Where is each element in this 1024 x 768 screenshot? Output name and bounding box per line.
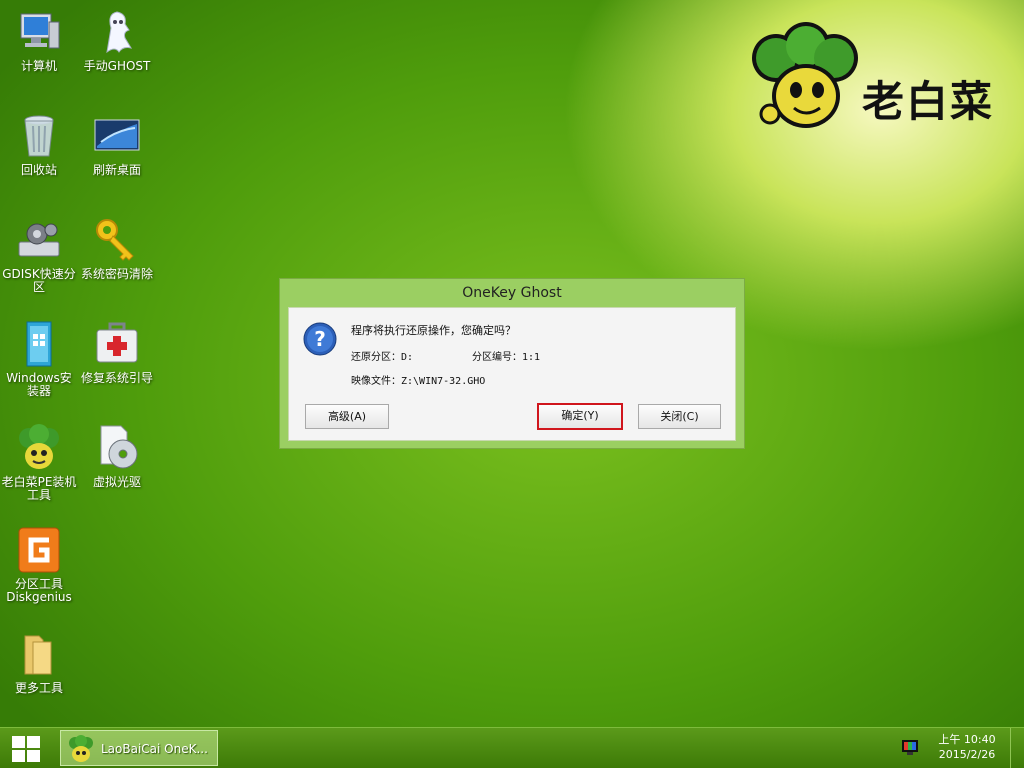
taskbar: LaoBaiCai OneK... 上午 10:40 2015/2/26	[0, 727, 1024, 768]
display-tray-icon[interactable]	[902, 740, 918, 755]
key-icon	[96, 219, 134, 261]
cabbage-mascot-icon	[19, 424, 59, 469]
refresh-desktop-icon	[94, 119, 140, 151]
desktop-icon-manual-ghost[interactable]: 手动GHOST	[78, 8, 156, 73]
onekey-ghost-dialog: OneKey Ghost ? 程序将执行还原操作，您确定吗？ 还原分区：D: 分…	[279, 278, 745, 449]
dialog-question: 程序将执行还原操作，您确定吗？	[351, 324, 516, 337]
svg-text:?: ?	[314, 327, 326, 351]
desktop-icon-repair-boot[interactable]: 修复系统引导	[78, 320, 156, 385]
desktop-icon-refresh-desktop[interactable]: 刷新桌面	[78, 112, 156, 177]
desktop-icon-gdisk[interactable]: GDISK快速分 区	[0, 216, 78, 294]
windows-installer-icon	[26, 321, 52, 367]
windows-start-icon[interactable]	[12, 736, 40, 762]
clock-time: 上午 10:40	[938, 733, 996, 746]
clock[interactable]: 上午 10:40 2015/2/26	[932, 732, 1002, 762]
advanced-button[interactable]: 高级(A)	[305, 404, 389, 429]
logo-text: 老白菜	[862, 77, 995, 126]
desktop-icon-virtual-drive[interactable]: 虚拟光驱	[78, 424, 156, 489]
dialog-body: ? 程序将执行还原操作，您确定吗？ 还原分区：D: 分区编号：1:1 映像文件：…	[288, 307, 736, 441]
desktop-icon-pe-installer[interactable]: 老白菜PE装机 工具	[0, 424, 78, 502]
image-file: 映像文件：Z:\WIN7-32.GHO	[351, 376, 486, 387]
desktop-icon-recycle-bin[interactable]: 回收站	[0, 112, 78, 177]
first-aid-kit-icon	[96, 322, 138, 363]
question-icon: ?	[303, 322, 337, 356]
ghost-icon	[106, 11, 133, 54]
taskbar-app-onekey[interactable]: LaoBaiCai OneK...	[60, 730, 218, 766]
partition-number: 分区编号：1:1	[472, 352, 541, 363]
clock-date: 2015/2/26	[938, 748, 996, 761]
cabbage-mascot-icon	[69, 735, 93, 762]
restore-partition: 还原分区：D:	[351, 352, 414, 363]
desktop-icon-computer[interactable]: 计算机	[0, 8, 78, 73]
desktop-icon-windows-installer[interactable]: Windows安 装器	[0, 320, 78, 398]
desktop-icon-password-clear[interactable]: 系统密码清除	[78, 216, 156, 281]
recycle-bin-icon	[24, 115, 54, 157]
close-button[interactable]: 关闭(C)	[638, 404, 721, 429]
desktop-icon-diskgenius[interactable]: 分区工具 Diskgenius	[0, 526, 78, 604]
show-desktop-button[interactable]	[1010, 728, 1024, 768]
diskgenius-icon	[18, 527, 60, 573]
confirm-button[interactable]: 确定(Y)	[537, 403, 623, 430]
folder-icon	[24, 635, 52, 675]
dialog-title: OneKey Ghost	[462, 285, 562, 301]
computer-icon	[20, 13, 60, 49]
desktop-icon-more-tools[interactable]: 更多工具	[0, 630, 78, 695]
disk-gear-icon	[18, 223, 60, 257]
virtual-drive-icon	[100, 425, 138, 469]
taskbar-app-label: LaoBaiCai OneK...	[101, 742, 208, 756]
